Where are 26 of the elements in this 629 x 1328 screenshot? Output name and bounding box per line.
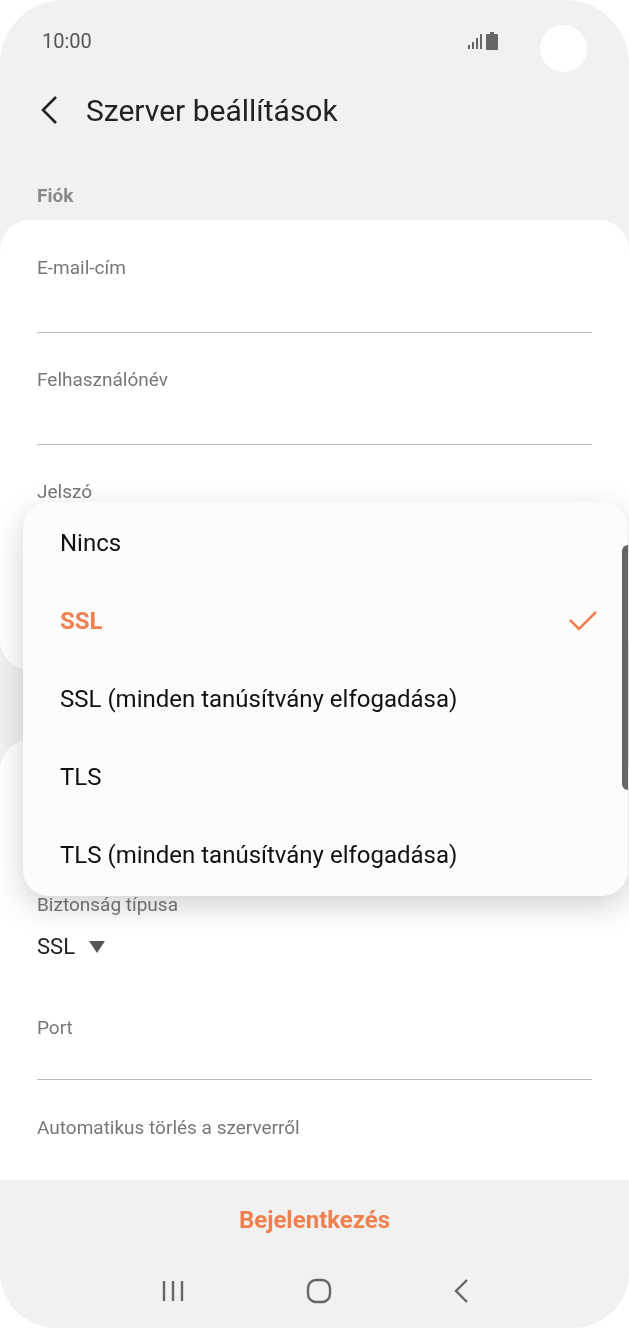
menu-option[interactable]: Nincs [23,504,620,582]
dropdown-caret-icon [89,941,105,953]
login-button[interactable]: Bejelentkezés [222,1194,407,1246]
field-label: Biztonság típusa [37,894,179,916]
security-dropdown[interactable]: SSL [37,934,105,960]
signal-icon [467,33,483,49]
menu-option[interactable]: TLS [23,738,620,816]
text-field[interactable]: Felhasználónév [37,333,592,445]
text-field[interactable]: E-mail-cím [37,221,592,333]
menu-option[interactable]: SSL [23,582,620,660]
field-label: Felhasználónév [37,369,169,391]
back-icon [40,95,58,125]
field-label: Port [37,1017,74,1039]
home-icon[interactable] [305,1278,332,1304]
check-icon [568,610,598,632]
recent-apps-icon[interactable] [160,1280,185,1302]
page-title: Szerver beállítások [86,91,338,130]
section-title: Fiók [37,182,74,209]
setting-label[interactable]: Automatikus törlés a szerverről [37,1117,592,1139]
menu-option[interactable]: TLS (minden tanúsítvány elfogadása) [23,816,620,894]
battery-icon [486,32,498,50]
status-time: 10:00 [42,28,92,55]
text-field[interactable]: Port [37,992,592,1080]
menu-option[interactable]: SSL (minden tanúsítvány elfogadása) [23,660,620,738]
back-icon[interactable] [452,1278,469,1304]
field-label: E-mail-cím [37,257,127,279]
